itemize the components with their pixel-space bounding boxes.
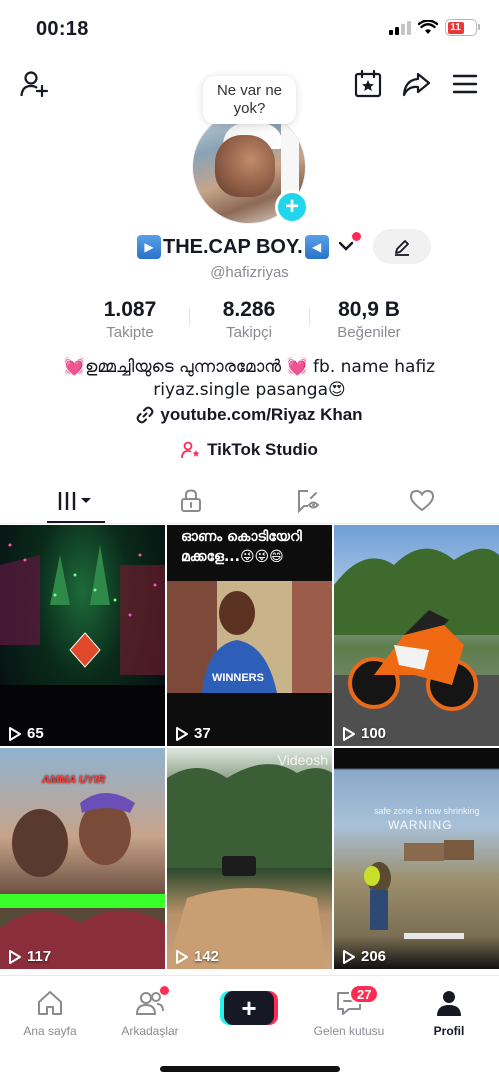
play-icon bbox=[343, 726, 355, 741]
reverse-square-icon: ◀ bbox=[304, 235, 329, 259]
profile-icon bbox=[437, 991, 461, 1016]
thumbnail-image: WINNERS bbox=[167, 581, 332, 693]
video-overlay-text: Videosh bbox=[277, 752, 328, 768]
display-name: ▶ THE.CAP BOY. ◀ bbox=[137, 235, 329, 259]
tab-videos[interactable] bbox=[26, 478, 126, 524]
status-icons: 11 bbox=[389, 19, 480, 36]
video-thumbnail[interactable]: ഓണം കൊടിയേറി മക്കളേ...😜😜😄 WINNERS 37 bbox=[167, 525, 332, 746]
tab-private[interactable] bbox=[141, 478, 241, 524]
video-thumbnail[interactable]: Videosh 142 bbox=[167, 748, 332, 969]
battery-level: 11 bbox=[450, 22, 461, 33]
tiktok-studio-label: TikTok Studio bbox=[207, 440, 318, 459]
play-icon bbox=[176, 949, 188, 964]
home-indicator bbox=[160, 1066, 340, 1072]
play-square-icon: ▶ bbox=[137, 235, 161, 259]
cellular-signal-icon bbox=[389, 20, 411, 35]
video-overlay-subtext: safe zone is now shrinking bbox=[374, 806, 480, 816]
stat-likes-value: 80,9 B bbox=[338, 298, 400, 321]
status-note-bubble[interactable]: Ne var ne yok? bbox=[203, 76, 296, 124]
link-icon bbox=[137, 406, 154, 424]
pencil-icon bbox=[395, 239, 409, 256]
stat-following-value: 1.087 bbox=[103, 298, 157, 321]
nav-profile-label: Profil bbox=[433, 1024, 465, 1038]
stat-followers[interactable]: 8.286 Takipçi bbox=[189, 298, 309, 341]
inbox-badge: 27 bbox=[349, 984, 380, 1004]
tiktok-studio-link[interactable]: TikTok Studio bbox=[0, 440, 499, 460]
add-story-plus-icon[interactable]: + bbox=[275, 190, 309, 224]
video-thumbnail[interactable]: 100 bbox=[334, 525, 499, 746]
chevron-down-icon[interactable] bbox=[338, 238, 354, 254]
nav-home-label: Ana sayfa bbox=[23, 1024, 77, 1038]
video-overlay-text: WARNING bbox=[388, 818, 453, 832]
videos-grid-icon bbox=[58, 492, 91, 510]
person-plus-icon[interactable] bbox=[18, 68, 50, 100]
bio-text: 💓ഉമ്മച്ചിയുടെ പുന്നാരമോൻ 💓 fb. name hafi… bbox=[63, 357, 436, 400]
video-view-count: 37 bbox=[175, 725, 211, 742]
video-view-count: 142 bbox=[175, 948, 219, 965]
nav-friends-label: Arkadaşlar bbox=[121, 1024, 179, 1038]
home-icon bbox=[38, 991, 62, 1015]
heart-icon bbox=[409, 489, 435, 512]
hamburger-menu-icon[interactable] bbox=[449, 68, 481, 100]
status-time: 00:18 bbox=[36, 18, 89, 40]
video-view-count: 65 bbox=[8, 725, 44, 742]
stat-following[interactable]: 1.087 Takipte bbox=[70, 298, 190, 341]
create-button[interactable]: + bbox=[224, 991, 274, 1025]
status-bar: 00:18 11 bbox=[0, 0, 499, 56]
active-tab-indicator bbox=[47, 521, 105, 523]
notification-dot bbox=[160, 986, 169, 995]
thumbnail-image bbox=[334, 548, 499, 746]
profile-tabs bbox=[0, 478, 499, 524]
stat-followers-label: Takipçi bbox=[226, 324, 272, 341]
thumbnail-image bbox=[364, 840, 474, 939]
profile-stats: 1.087 Takipte 8.286 Takipçi 80,9 B Beğen… bbox=[0, 298, 499, 342]
play-icon bbox=[9, 949, 21, 964]
calendar-star-icon[interactable] bbox=[352, 68, 384, 100]
stat-likes-label: Beğeniler bbox=[337, 324, 401, 341]
bio-link[interactable]: youtube.com/Riyaz Khan bbox=[0, 405, 499, 425]
notification-dot bbox=[352, 232, 361, 241]
tab-liked[interactable] bbox=[372, 478, 472, 524]
share-arrow-icon[interactable] bbox=[400, 68, 432, 100]
username: @hafizriyas bbox=[210, 264, 289, 281]
nav-home[interactable]: Ana sayfa bbox=[0, 988, 100, 1038]
stat-following-label: Takipte bbox=[106, 324, 154, 341]
tab-reposts[interactable] bbox=[258, 478, 358, 524]
nav-inbox-label: Gelen kutusu bbox=[313, 1024, 385, 1038]
lock-icon bbox=[181, 489, 201, 512]
video-view-count: 206 bbox=[342, 948, 386, 965]
video-thumbnail[interactable]: 65 bbox=[0, 525, 165, 746]
video-grid: 65 ഓണം കൊടിയേറി മക്കളേ...😜😜😄 WINNERS 37 bbox=[0, 525, 499, 975]
thumbnail-image bbox=[0, 543, 165, 746]
nav-friends[interactable]: Arkadaşlar bbox=[100, 986, 200, 1038]
stat-followers-value: 8.286 bbox=[222, 298, 276, 321]
bio-link-text[interactable]: youtube.com/Riyaz Khan bbox=[160, 405, 362, 425]
video-overlay-text: AMMA UYIR bbox=[42, 774, 106, 786]
video-view-count: 100 bbox=[342, 725, 386, 742]
video-thumbnail[interactable]: safe zone is now shrinking WARNING 206 bbox=[334, 748, 499, 969]
play-icon bbox=[343, 949, 355, 964]
thumbnail-image bbox=[167, 764, 332, 969]
display-name-text: THE.CAP BOY. bbox=[163, 235, 303, 258]
nav-profile[interactable]: Profil bbox=[399, 988, 499, 1038]
svg-text:WINNERS: WINNERS bbox=[212, 672, 264, 684]
nav-inbox[interactable]: 27 Gelen kutusu bbox=[299, 984, 399, 1038]
video-view-count: 117 bbox=[8, 948, 51, 965]
edit-profile-button[interactable] bbox=[373, 229, 431, 264]
video-thumbnail[interactable]: AMMA UYIR 117 bbox=[0, 748, 165, 969]
bottom-navigation: Ana sayfa Arkadaşlar + 27 Gelen kutusu P… bbox=[0, 975, 499, 1080]
battery-icon: 11 bbox=[445, 19, 480, 36]
play-icon bbox=[176, 726, 188, 741]
repost-eye-icon bbox=[298, 490, 320, 513]
profile-name-row: ▶ THE.CAP BOY. ◀ bbox=[0, 229, 499, 264]
wifi-icon bbox=[418, 20, 438, 34]
person-star-icon bbox=[181, 441, 200, 459]
play-icon bbox=[9, 726, 21, 741]
stat-likes[interactable]: 80,9 B Beğeniler bbox=[309, 298, 429, 341]
